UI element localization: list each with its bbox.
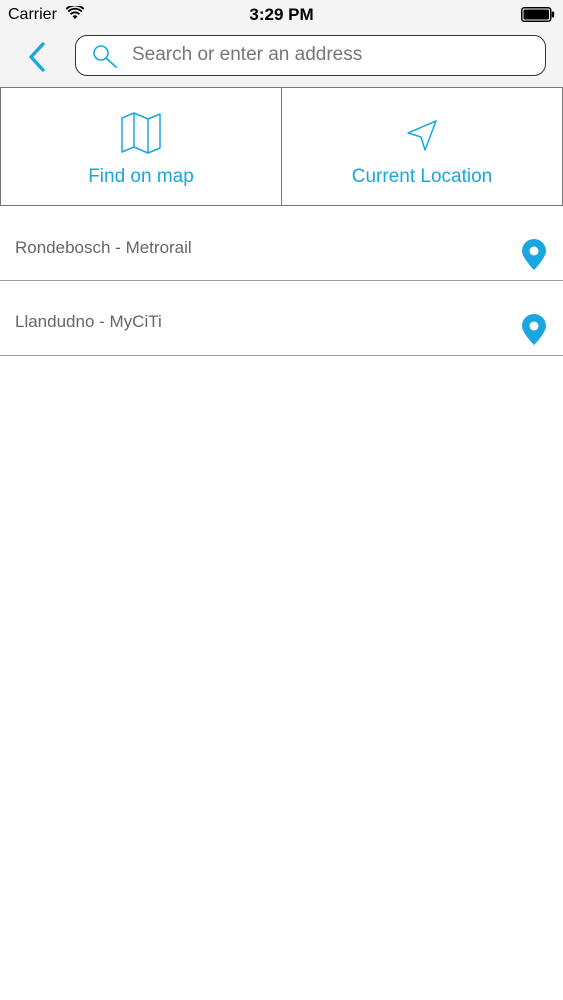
recent-places-list: Rondebosch - Metrorail Llandudno - MyCiT… [0, 206, 563, 356]
battery-icon [521, 7, 555, 22]
list-item-label: Llandudno - MyCiTi [15, 312, 162, 331]
search-box[interactable] [75, 35, 546, 76]
list-item-label: Rondebosch - Metrorail [15, 238, 192, 257]
map-icon [121, 112, 161, 154]
list-item[interactable]: Rondebosch - Metrorail [0, 206, 563, 281]
search-header [0, 30, 563, 87]
back-button[interactable] [22, 40, 54, 76]
search-input[interactable] [132, 36, 532, 74]
status-bar: Carrier 3:29 PM [0, 0, 563, 30]
location-actions: Find on map Current Location [0, 87, 563, 206]
chevron-left-icon [29, 42, 45, 72]
location-arrow-icon [407, 120, 437, 151]
map-pin-icon [522, 314, 546, 345]
map-pin-icon [522, 239, 546, 270]
find-on-map-button[interactable]: Find on map [1, 88, 282, 205]
list-item[interactable]: Llandudno - MyCiTi [0, 281, 563, 356]
search-icon [93, 45, 117, 68]
current-location-button[interactable]: Current Location [282, 88, 562, 205]
status-time: 3:29 PM [249, 5, 314, 24]
find-on-map-label: Find on map [88, 166, 194, 187]
current-location-label: Current Location [351, 166, 493, 187]
